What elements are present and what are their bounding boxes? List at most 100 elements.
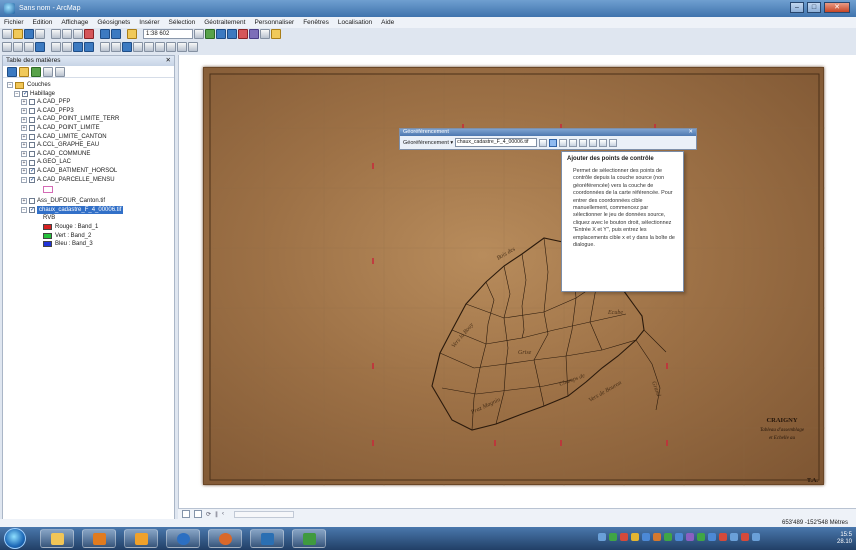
identify-icon[interactable] xyxy=(122,42,132,52)
find-icon[interactable] xyxy=(166,42,176,52)
add-data-icon[interactable] xyxy=(127,29,137,39)
select-features-icon[interactable] xyxy=(100,42,110,52)
georef-close-icon[interactable]: ✕ xyxy=(688,129,693,136)
full-extent-icon[interactable] xyxy=(35,42,45,52)
hyperlink-icon[interactable] xyxy=(133,42,143,52)
tray-icon[interactable] xyxy=(620,533,628,541)
python-window-icon[interactable] xyxy=(260,29,270,39)
layer-checkbox[interactable] xyxy=(29,125,35,132)
tray-icon[interactable] xyxy=(719,533,727,541)
table-of-contents-icon[interactable] xyxy=(216,29,226,39)
rotate-icon[interactable] xyxy=(539,138,548,147)
expand-icon[interactable]: + xyxy=(21,142,27,149)
toc-close-icon[interactable]: ✕ xyxy=(166,56,171,66)
raster-layer-item-selected[interactable]: − chaux_cadastre_F_4_00006.tif xyxy=(7,205,174,215)
expand-icon[interactable]: + xyxy=(21,159,27,166)
list-by-drawing-order-icon[interactable] xyxy=(7,66,17,77)
menu-geosignets[interactable]: Géosignets xyxy=(97,19,130,26)
tray-icon[interactable] xyxy=(741,533,749,541)
layer-checkbox[interactable] xyxy=(29,206,35,215)
measure-icon[interactable] xyxy=(155,42,165,52)
pan-icon[interactable] xyxy=(24,42,34,52)
expand-icon[interactable]: + xyxy=(21,116,27,123)
list-by-source-icon[interactable] xyxy=(19,66,29,77)
redo-icon[interactable] xyxy=(111,29,121,39)
expand-icon[interactable]: + xyxy=(21,133,27,140)
close-button[interactable]: ✕ xyxy=(824,2,850,13)
layer-checkbox[interactable] xyxy=(29,167,35,176)
raster-layer-item[interactable]: + Ass_DUFOUR_Canton.tif xyxy=(7,197,174,206)
taskbar-outlook[interactable] xyxy=(124,529,158,548)
refresh-icon[interactable]: ⟳ xyxy=(206,511,211,518)
viewer-icon[interactable] xyxy=(599,138,608,147)
catalog-icon[interactable] xyxy=(227,29,237,39)
layer-item[interactable]: + A.CAD_LIMITE_CANTON xyxy=(7,133,174,142)
collapse-icon[interactable]: − xyxy=(21,176,27,183)
layer-checkbox[interactable] xyxy=(29,108,35,115)
expand-icon[interactable]: + xyxy=(21,125,27,132)
layer-item[interactable]: + A.CAD_PFP3 xyxy=(7,107,174,116)
open-folder-icon[interactable] xyxy=(13,29,23,39)
menu-aide[interactable]: Aide xyxy=(381,19,394,26)
georef-menu-button[interactable]: Géoréférencement ▾ xyxy=(403,140,453,146)
zoom-out-icon[interactable] xyxy=(13,42,23,52)
taskbar-publisher[interactable] xyxy=(250,529,284,548)
volume-icon[interactable] xyxy=(752,533,760,541)
menu-edition[interactable]: Edition xyxy=(33,19,53,26)
editor-toolbar-icon[interactable] xyxy=(205,29,215,39)
delete-icon[interactable] xyxy=(84,29,94,39)
add-control-points-icon[interactable] xyxy=(549,138,558,147)
map-view[interactable]: Bois des Vers Lavaux Vers la Bouy Grise … xyxy=(178,55,856,508)
collapse-icon[interactable]: − xyxy=(14,90,20,97)
undo-icon[interactable] xyxy=(100,29,110,39)
layer-item[interactable]: + A.GEO_LAC xyxy=(7,158,174,167)
tray-icon[interactable] xyxy=(708,533,716,541)
layer-checkbox[interactable] xyxy=(22,90,28,98)
back-extent-icon[interactable] xyxy=(73,42,83,52)
list-by-visibility-icon[interactable] xyxy=(31,66,41,77)
layer-item[interactable]: + A.CAD_PFP xyxy=(7,98,174,107)
expand-icon[interactable]: + xyxy=(21,168,27,175)
tray-icon[interactable] xyxy=(697,533,705,541)
group-habillage[interactable]: − Habillage xyxy=(7,90,174,98)
menu-selection[interactable]: Sélection xyxy=(169,19,196,26)
collapse-icon[interactable]: − xyxy=(21,207,27,214)
tray-icon[interactable] xyxy=(609,533,617,541)
tray-icon[interactable] xyxy=(664,533,672,541)
delete-link-icon[interactable] xyxy=(579,138,588,147)
expand-icon[interactable]: + xyxy=(21,198,27,205)
menu-localisation[interactable]: Localisation xyxy=(338,19,372,26)
taskbar-firefox[interactable] xyxy=(208,529,242,548)
fixed-zoom-in-icon[interactable] xyxy=(51,42,61,52)
georef-options-icon[interactable] xyxy=(609,138,618,147)
zoom-in-icon[interactable] xyxy=(2,42,12,52)
tray-icon[interactable] xyxy=(675,533,683,541)
layer-item[interactable]: + A.CAD_COMMUNE xyxy=(7,150,174,159)
select-elements-icon[interactable] xyxy=(111,42,121,52)
minimize-button[interactable]: – xyxy=(790,2,804,13)
taskbar-excel[interactable] xyxy=(292,529,326,548)
html-popup-icon[interactable] xyxy=(144,42,154,52)
start-button[interactable] xyxy=(4,528,26,549)
model-builder-icon[interactable] xyxy=(271,29,281,39)
menu-geotraitement[interactable]: Géotraitement xyxy=(204,19,245,26)
save-icon[interactable] xyxy=(24,29,34,39)
taskbar-explorer[interactable] xyxy=(40,529,74,548)
layer-checkbox[interactable] xyxy=(29,176,35,184)
list-by-selection-icon[interactable] xyxy=(43,66,53,77)
layer-checkbox[interactable] xyxy=(29,151,35,158)
layer-item[interactable]: + A.CAD_POINT_LIMITE xyxy=(7,124,174,133)
menu-fenetres[interactable]: Fenêtres xyxy=(303,19,329,26)
tray-icon[interactable] xyxy=(686,533,694,541)
tray-icon[interactable] xyxy=(598,533,606,541)
maximize-button[interactable]: □ xyxy=(807,2,821,13)
tray-icon[interactable] xyxy=(642,533,650,541)
layer-item[interactable]: + A.CCL_GRAPHE_EAU xyxy=(7,141,174,150)
expand-icon[interactable]: + xyxy=(21,151,27,158)
menu-fichier[interactable]: Fichier xyxy=(4,19,24,26)
scale-dropdown-icon[interactable] xyxy=(194,29,204,39)
data-view-icon[interactable] xyxy=(182,510,190,518)
layer-checkbox[interactable] xyxy=(29,198,35,205)
select-link-icon[interactable] xyxy=(559,138,568,147)
link-table-icon[interactable] xyxy=(589,138,598,147)
